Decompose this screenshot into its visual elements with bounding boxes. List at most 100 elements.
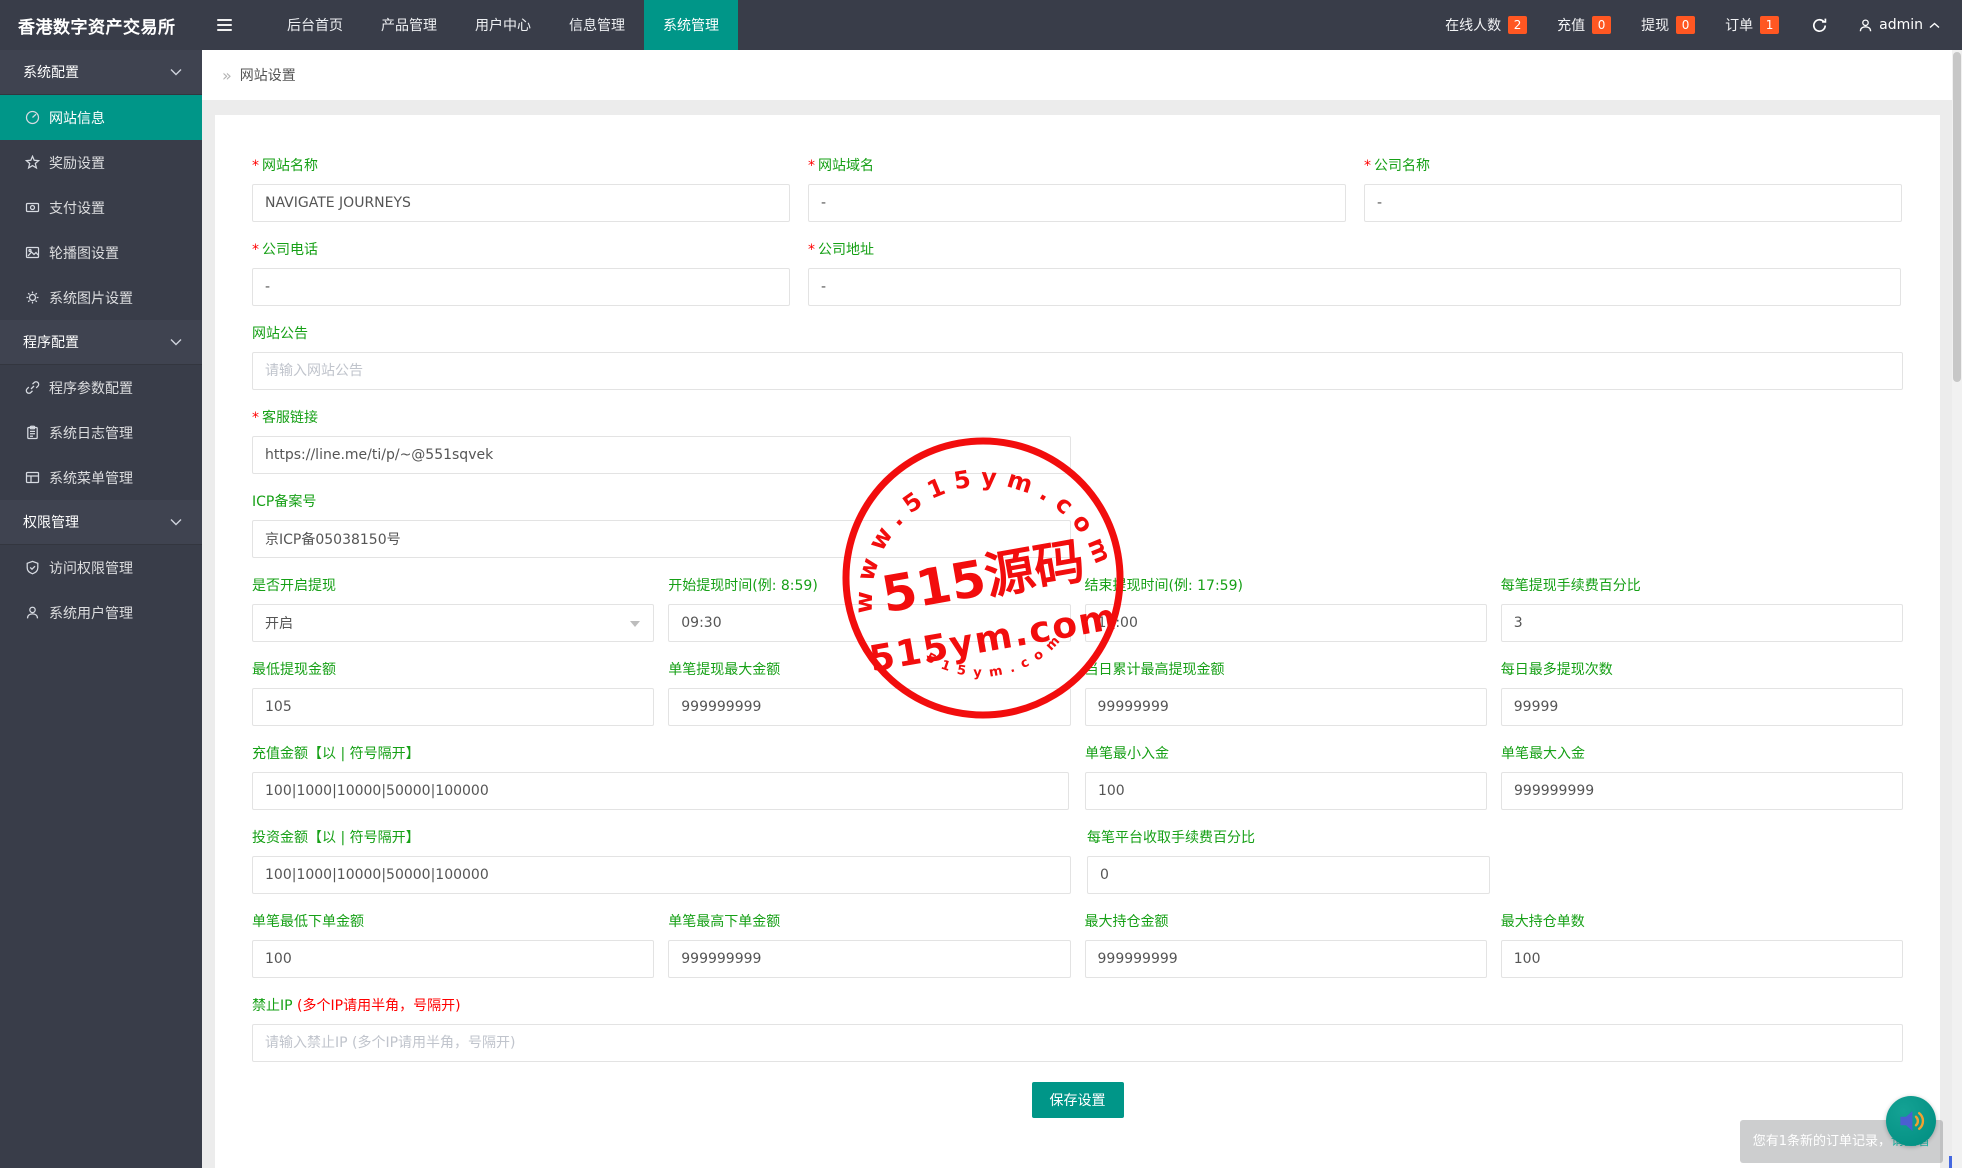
sidebar-item-system-users[interactable]: 系统用户管理 — [0, 590, 202, 635]
withdraw-end-input[interactable] — [1084, 604, 1487, 642]
field-label: 客服链接 — [262, 410, 318, 426]
sidebar-item-label: 系统用户管理 — [49, 605, 133, 622]
user-menu[interactable]: admin — [1858, 17, 1940, 33]
field-order-max: 单笔最高下单金额 — [668, 914, 1071, 978]
field-label: 网站域名 — [818, 158, 874, 174]
selected-option: 开启 — [265, 616, 293, 632]
recharge-count-badge: 0 — [1592, 16, 1612, 34]
dashboard-icon — [25, 110, 40, 125]
field-label: 公司电话 — [262, 242, 318, 258]
clipboard-icon — [25, 425, 40, 440]
stat-label: 充值 — [1557, 18, 1586, 34]
field-note: (多个IP请用半角，号隔开) — [297, 998, 461, 1014]
field-withdraw-end-time: 结束提现时间(例: 17:59) — [1084, 578, 1487, 642]
field-label: 每笔平台收取手续费百分比 — [1087, 830, 1255, 846]
sidebar-item-payment-settings[interactable]: 支付设置 — [0, 185, 202, 230]
withdraw-max-input[interactable] — [668, 688, 1071, 726]
order-min-input[interactable] — [252, 940, 655, 978]
withdraw-daily-times-input[interactable] — [1500, 688, 1903, 726]
icp-number-input[interactable] — [252, 520, 1071, 558]
field-label: 最大持仓金额 — [1084, 914, 1169, 930]
field-invest-amounts: 投资金额【以 | 符号隔开】 — [252, 830, 1071, 894]
company-name-input[interactable] — [1364, 184, 1902, 222]
field-label: 最大持仓单数 — [1500, 914, 1585, 930]
nav-item-info[interactable]: 信息管理 — [550, 0, 644, 50]
field-label: 充值金额【以 | 符号隔开】 — [252, 746, 420, 762]
username: admin — [1879, 17, 1923, 33]
recharge-amounts-input[interactable] — [252, 772, 1069, 810]
company-address-input[interactable] — [808, 268, 1901, 306]
nav-item-system[interactable]: 系统管理 — [644, 0, 738, 50]
stat-recharge[interactable]: 充值 0 — [1557, 15, 1612, 35]
service-link-input[interactable] — [252, 436, 1071, 474]
withdraw-enabled-select[interactable]: 开启 — [252, 604, 655, 642]
invest-amounts-input[interactable] — [252, 856, 1071, 894]
withdraw-min-input[interactable] — [252, 688, 655, 726]
nav-item-users[interactable]: 用户中心 — [456, 0, 550, 50]
site-domain-input[interactable] — [808, 184, 1346, 222]
sidebar-item-access-permissions[interactable]: 访问权限管理 — [0, 545, 202, 590]
hamburger-menu-icon[interactable] — [202, 0, 246, 50]
field-label: 单笔最大入金 — [1501, 746, 1585, 762]
field-label: 当日累计最高提现金额 — [1084, 662, 1225, 678]
nav-item-home[interactable]: 后台首页 — [268, 0, 362, 50]
banned-ip-input[interactable] — [252, 1024, 1903, 1062]
company-phone-input[interactable] — [252, 268, 790, 306]
field-deposit-max: 单笔最大入金 — [1501, 746, 1904, 810]
withdraw-daily-max-input[interactable] — [1084, 688, 1487, 726]
sidebar-item-system-menus[interactable]: 系统菜单管理 — [0, 455, 202, 500]
field-company-phone: * 公司电话 — [252, 242, 790, 306]
chevron-down-icon — [170, 69, 182, 76]
page-scrollbar — [1952, 50, 1962, 1168]
breadcrumb-separator: » — [222, 65, 232, 85]
select-caret-icon — [630, 621, 641, 627]
field-label: ICP备案号 — [252, 494, 317, 510]
sidebar-item-label: 程序参数配置 — [49, 380, 133, 397]
sidebar-item-carousel-settings[interactable]: 轮播图设置 — [0, 230, 202, 275]
deposit-min-input[interactable] — [1084, 772, 1487, 810]
site-name-input[interactable] — [252, 184, 790, 222]
stat-label: 提现 — [1641, 18, 1670, 34]
nav-item-products[interactable]: 产品管理 — [362, 0, 456, 50]
withdraw-fee-input[interactable] — [1500, 604, 1903, 642]
field-label: 网站名称 — [262, 158, 318, 174]
site-notice-input[interactable] — [252, 352, 1903, 390]
scrollbar-thumb[interactable] — [1953, 52, 1961, 382]
stat-withdraw[interactable]: 提现 0 — [1641, 15, 1696, 35]
star-icon — [25, 155, 40, 170]
field-position-max-amount: 最大持仓金额 — [1084, 914, 1487, 978]
speaker-icon — [1900, 1111, 1925, 1131]
navbar-right: 在线人数 2 充值 0 提现 0 订单 1 admin — [1415, 0, 1962, 50]
field-label: 单笔最低下单金额 — [252, 914, 364, 930]
sidebar-item-reward-settings[interactable]: 奖励设置 — [0, 140, 202, 185]
brand-logo[interactable]: 香港数字资产交易所 — [0, 0, 202, 50]
refresh-icon[interactable] — [1811, 17, 1828, 34]
position-max-amount-input[interactable] — [1084, 940, 1487, 978]
sidebar-group-permissions[interactable]: 权限管理 — [0, 500, 202, 545]
position-max-count-input[interactable] — [1500, 940, 1903, 978]
sidebar-group-system-config[interactable]: 系统配置 — [0, 50, 202, 95]
sidebar-item-program-params[interactable]: 程序参数配置 — [0, 365, 202, 410]
field-withdraw-start-time: 开始提现时间(例: 8:59) — [668, 578, 1071, 642]
field-label: 每笔提现手续费百分比 — [1500, 578, 1641, 594]
toast-message: 您有1条新的订单记录， — [1752, 1134, 1891, 1149]
required-star: * — [252, 242, 259, 258]
withdraw-start-input[interactable] — [668, 604, 1071, 642]
save-button[interactable]: 保存设置 — [1031, 1082, 1124, 1118]
deposit-max-input[interactable] — [1501, 772, 1904, 810]
sound-notification-button[interactable] — [1886, 1096, 1936, 1146]
sidebar-item-system-logs[interactable]: 系统日志管理 — [0, 410, 202, 455]
main-content: » 网站设置 *网站名称 *网站域名 *公司名称 *公司电话 — [202, 50, 1962, 1168]
field-label: 禁止IP — [252, 998, 293, 1014]
sidebar-group-program-config[interactable]: 程序配置 — [0, 320, 202, 365]
field-company-name: * 公司名称 — [1364, 158, 1902, 222]
platform-fee-input[interactable] — [1087, 856, 1490, 894]
field-label: 结束提现时间(例: 17:59) — [1084, 578, 1243, 594]
main-nav: 后台首页 产品管理 用户中心 信息管理 系统管理 — [268, 0, 738, 50]
sidebar-item-site-info[interactable]: 网站信息 — [0, 95, 202, 140]
stat-orders[interactable]: 订单 1 — [1725, 15, 1780, 35]
order-max-input[interactable] — [668, 940, 1071, 978]
stat-online-users[interactable]: 在线人数 2 — [1445, 15, 1528, 35]
sidebar-item-label: 轮播图设置 — [49, 245, 119, 262]
sidebar-item-system-images[interactable]: 系统图片设置 — [0, 275, 202, 320]
